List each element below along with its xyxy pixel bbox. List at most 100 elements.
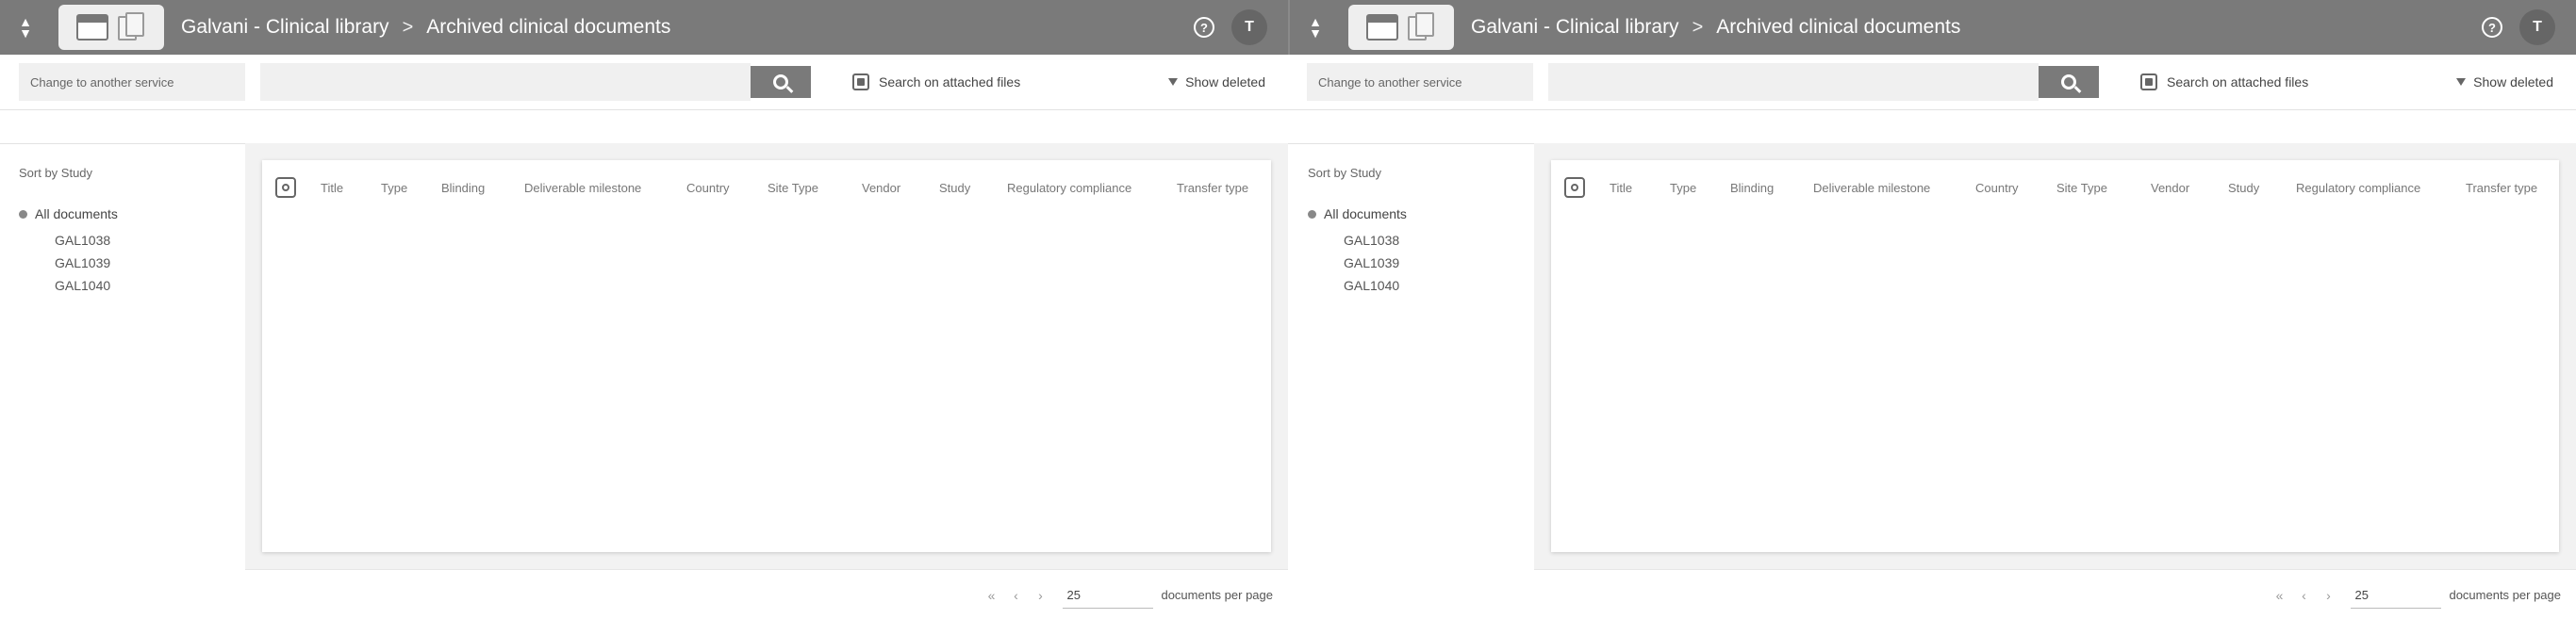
service-selector[interactable]: Change to another service	[1307, 63, 1533, 101]
avatar[interactable]: T	[1231, 9, 1267, 45]
column-header[interactable]: Regulatory compliance	[2296, 181, 2420, 195]
page-size-input[interactable]	[2351, 581, 2442, 609]
sort-selector[interactable]: Sort by Study	[1308, 166, 1544, 180]
column-header[interactable]: Title	[1610, 181, 1632, 195]
pagination: « ‹ › documents per page	[982, 570, 1288, 619]
column-header[interactable]: Study	[2228, 181, 2259, 195]
search-icon	[2061, 74, 2076, 90]
breadcrumb-section: Archived clinical documents	[1716, 16, 1961, 38]
tree-item[interactable]: GAL1039	[55, 252, 255, 274]
top-bar-left: ▲ ▼ Galvani - Clinical library > Archived…	[0, 0, 1288, 55]
page-size-input[interactable]	[1063, 581, 1154, 609]
search-field	[1548, 63, 2039, 101]
breadcrumb: Galvani - Clinical library > Archived cl…	[181, 16, 670, 39]
app-logo[interactable]	[58, 5, 164, 50]
study-tree: Sort by Study All documents GAL1038 GAL1…	[19, 166, 255, 297]
first-page-icon[interactable]: «	[2270, 586, 2288, 605]
column-header[interactable]: Deliverable milestone	[524, 181, 641, 195]
study-tree: Sort by Study All documents GAL1038 GAL1…	[1308, 166, 1544, 297]
tree-root[interactable]: All documents	[1308, 206, 1544, 221]
column-header[interactable]: Country	[1975, 181, 2019, 195]
service-selector-placeholder: Change to another service	[1318, 74, 1462, 90]
search-input[interactable]	[260, 63, 751, 101]
first-page-icon[interactable]: «	[982, 586, 1000, 605]
help-icon[interactable]: ?	[1194, 17, 1214, 38]
pagination-bar: « ‹ › documents per page	[1534, 569, 2576, 619]
top-bar-right: ▲ ▼ Galvani - Clinical library > Archived…	[1288, 0, 2576, 55]
tree-item[interactable]: GAL1039	[1344, 252, 1544, 274]
column-header[interactable]: Type	[1670, 181, 1696, 195]
documents-icon	[118, 12, 146, 42]
tree-root-label: All documents	[1324, 206, 1407, 221]
tree-root-label: All documents	[35, 206, 118, 221]
column-header[interactable]: Site Type	[2056, 181, 2107, 195]
calendar-icon	[76, 14, 108, 41]
search-button[interactable]	[751, 66, 811, 98]
column-header[interactable]: Study	[939, 181, 970, 195]
sort-selector[interactable]: Sort by Study	[19, 166, 255, 180]
attached-files-toggle[interactable]: Search on attached files	[2140, 73, 2308, 90]
attached-files-toggle[interactable]: Search on attached files	[852, 73, 1020, 90]
tree-item[interactable]: GAL1038	[55, 229, 255, 252]
app-logo[interactable]	[1348, 5, 1454, 50]
column-header[interactable]: Blinding	[1730, 181, 1774, 195]
per-page-label: documents per page	[1161, 588, 1273, 602]
next-page-icon[interactable]: ›	[2319, 586, 2337, 605]
expand-icon[interactable]	[1308, 209, 1316, 219]
search-field	[260, 63, 751, 101]
breadcrumb-app-name[interactable]: Galvani - Clinical library	[181, 16, 389, 39]
tree-item[interactable]: GAL1038	[1344, 229, 1544, 252]
documents-table: Title Type Blinding Deliverable mileston…	[1551, 160, 2559, 552]
column-settings-icon[interactable]	[275, 177, 296, 198]
attached-files-label: Search on attached files	[2167, 74, 2309, 90]
show-deleted-label: Show deleted	[2473, 74, 2553, 90]
show-deleted-toggle[interactable]: Show deleted	[1168, 74, 1265, 90]
collapse-menu-icon[interactable]: ▲ ▼	[9, 11, 41, 43]
checkbox-icon[interactable]	[2140, 73, 2157, 90]
app-window: ▲ ▼ Galvani - Clinical library > Archived…	[0, 0, 2576, 619]
show-deleted-toggle[interactable]: Show deleted	[2456, 74, 2553, 90]
previous-page-icon[interactable]: ‹	[2294, 586, 2313, 605]
attached-files-label: Search on attached files	[879, 74, 1021, 90]
column-header[interactable]: Vendor	[862, 181, 900, 195]
search-button[interactable]	[2039, 66, 2099, 98]
next-page-icon[interactable]: ›	[1031, 586, 1049, 605]
previous-page-icon[interactable]: ‹	[1006, 586, 1025, 605]
column-header[interactable]: Title	[321, 181, 343, 195]
expand-icon[interactable]	[19, 209, 27, 219]
tree-item[interactable]: GAL1040	[55, 274, 255, 297]
column-header[interactable]: Deliverable milestone	[1813, 181, 1930, 195]
avatar[interactable]: T	[2519, 9, 2555, 45]
column-header[interactable]: Regulatory compliance	[1007, 181, 1131, 195]
top-bar-actions: ? T	[2482, 0, 2555, 55]
calendar-icon	[1366, 14, 1398, 41]
column-settings-icon[interactable]	[1564, 177, 1585, 198]
column-header[interactable]: Site Type	[768, 181, 818, 195]
documents-icon	[1408, 12, 1436, 42]
documents-table: Title Type Blinding Deliverable mileston…	[262, 160, 1271, 552]
column-header[interactable]: Transfer type	[1177, 181, 1248, 195]
pagination: « ‹ › documents per page	[2270, 570, 2576, 619]
table-header: Title Type Blinding Deliverable mileston…	[262, 173, 1271, 202]
help-icon[interactable]: ?	[2482, 17, 2502, 38]
toolbar-left: Change to another service Search on atta…	[0, 55, 1288, 109]
show-deleted-label: Show deleted	[1185, 74, 1265, 90]
tree-item[interactable]: GAL1040	[1344, 274, 1544, 297]
tree-root[interactable]: All documents	[19, 206, 255, 221]
divider	[0, 109, 2576, 110]
collapse-menu-icon[interactable]: ▲ ▼	[1299, 11, 1331, 43]
service-selector-placeholder: Change to another service	[30, 74, 174, 90]
column-header[interactable]: Vendor	[2151, 181, 2189, 195]
documents-panel: Title Type Blinding Deliverable mileston…	[245, 143, 1288, 569]
breadcrumb-app-name[interactable]: Galvani - Clinical library	[1471, 16, 1679, 39]
column-header[interactable]: Transfer type	[2466, 181, 2537, 195]
top-bar-actions: ? T	[1194, 0, 1267, 55]
column-header[interactable]: Blinding	[441, 181, 485, 195]
column-header[interactable]: Type	[381, 181, 407, 195]
toolbar-right: Change to another service Search on atta…	[1288, 55, 2576, 109]
column-header[interactable]: Country	[686, 181, 730, 195]
checkbox-icon[interactable]	[852, 73, 869, 90]
documents-panel: Title Type Blinding Deliverable mileston…	[1534, 143, 2576, 569]
search-input[interactable]	[1548, 63, 2039, 101]
service-selector[interactable]: Change to another service	[19, 63, 245, 101]
